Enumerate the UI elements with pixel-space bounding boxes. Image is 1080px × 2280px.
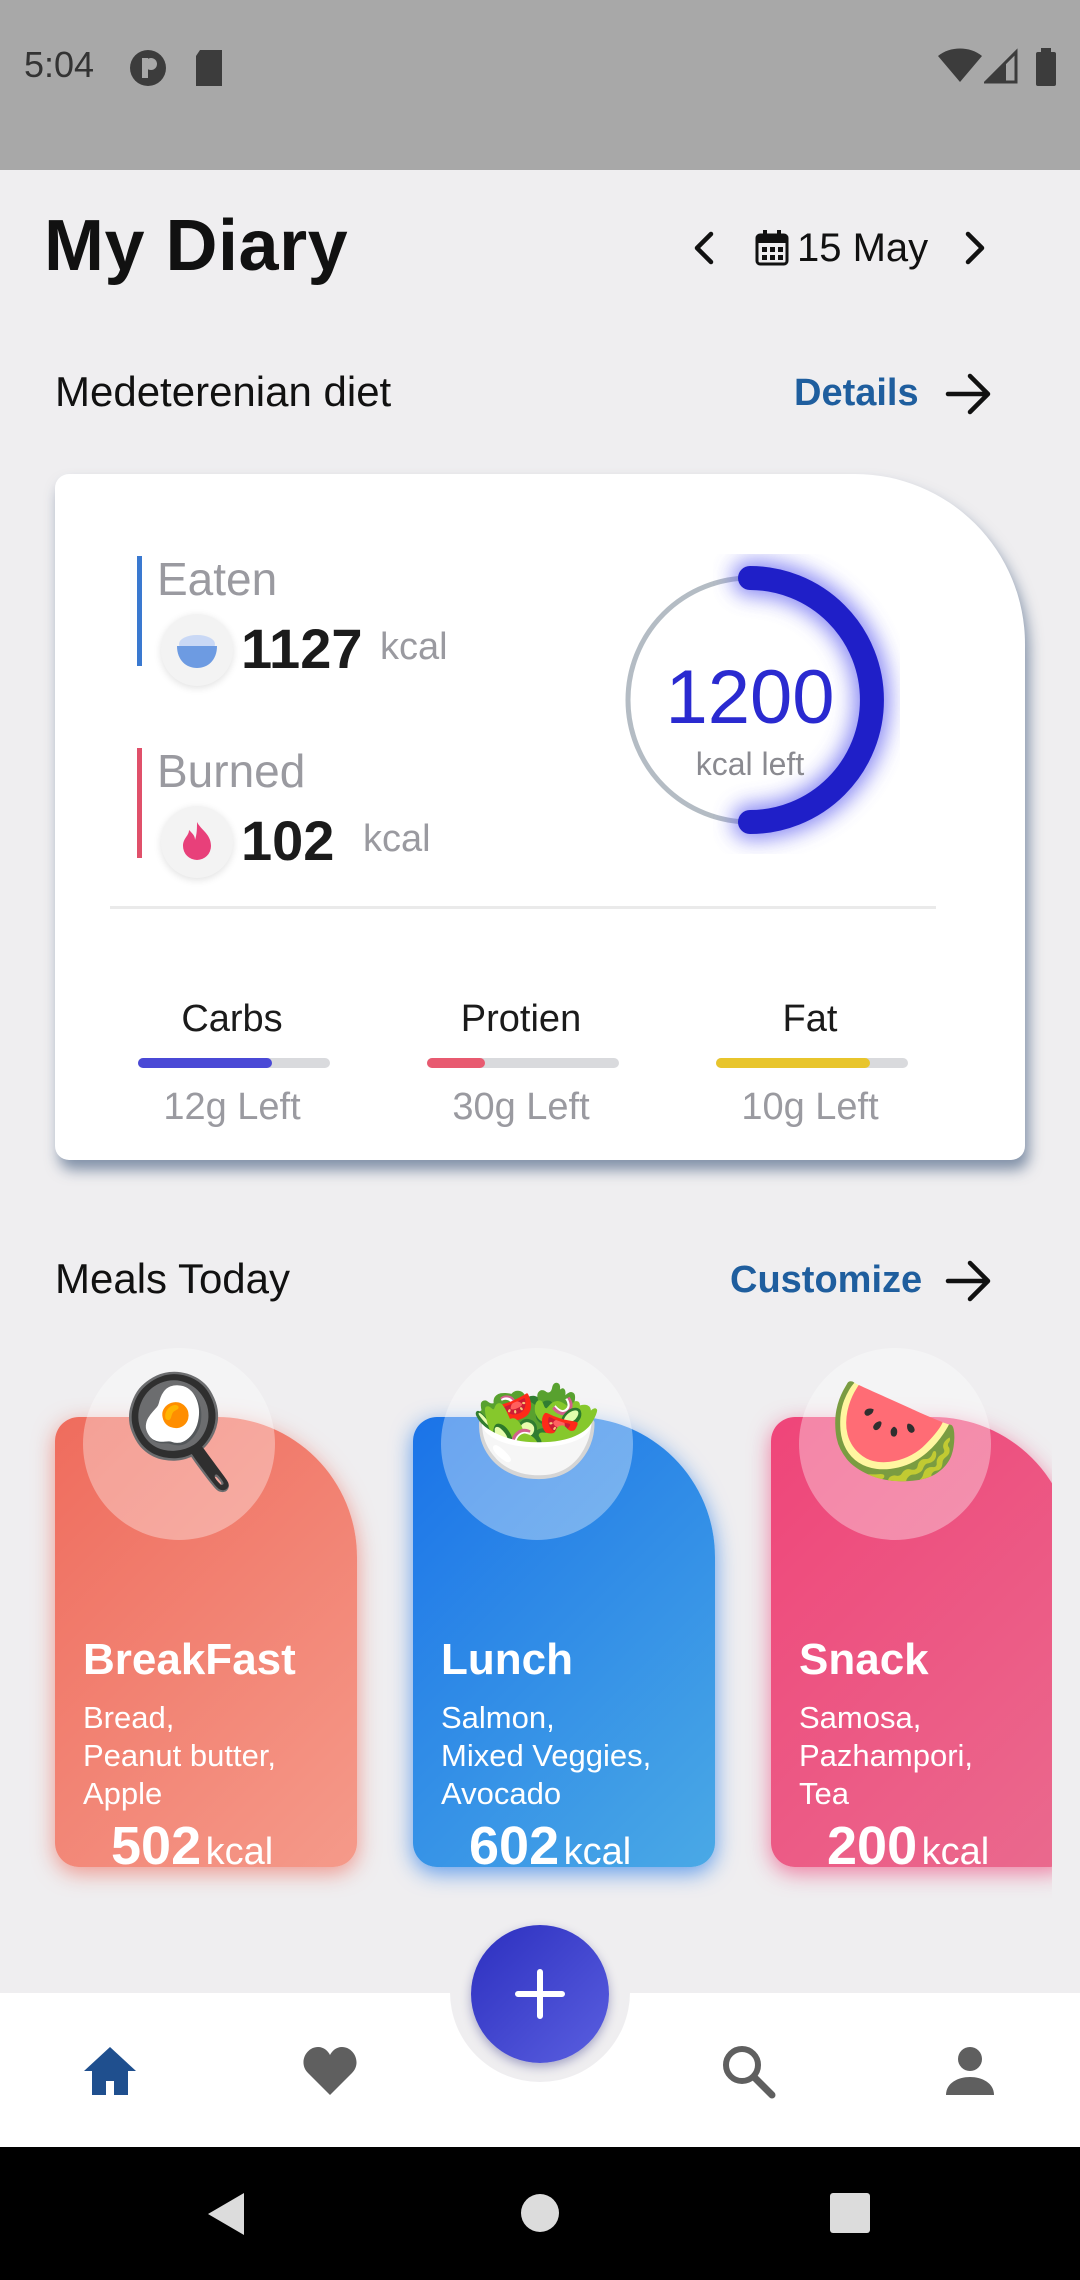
meal-kcal-value: 602 — [469, 1816, 560, 1876]
meal-item: Peanut butter, — [83, 1738, 277, 1773]
flame-icon — [161, 806, 233, 878]
meal-item: Samosa, — [799, 1700, 922, 1735]
fat-progress-track — [716, 1058, 908, 1068]
home-circle-icon[interactable] — [520, 2193, 560, 2233]
meal-title: BreakFast — [83, 1635, 296, 1684]
carbs-label: Carbs — [181, 998, 283, 1040]
meal-kcal-value: 200 — [827, 1816, 918, 1876]
home-icon[interactable] — [80, 2041, 140, 2101]
meal-items: Bread, Peanut butter, Apple — [83, 1699, 353, 1813]
burned-unit: kcal — [363, 818, 431, 860]
details-link[interactable]: Details — [794, 372, 919, 415]
eaten-label: Eaten — [157, 553, 278, 605]
meal-item: Apple — [83, 1776, 163, 1811]
search-icon[interactable] — [718, 2041, 778, 2101]
meal-item: Mixed Veggies, — [441, 1738, 652, 1773]
customize-link[interactable]: Customize — [730, 1259, 922, 1302]
ring-value: 1200 — [665, 655, 835, 740]
fat-label: Fat — [782, 998, 838, 1040]
sd-card-icon — [196, 50, 222, 86]
signal-icon — [984, 48, 1018, 84]
diet-section-title: Medeterenian diet — [55, 368, 392, 415]
meal-item: Bread, — [83, 1700, 175, 1735]
fat-left: 10g Left — [741, 1086, 879, 1128]
meal-item: Pazhampori, — [799, 1738, 974, 1773]
system-navigation-bar — [0, 2147, 1080, 2280]
meals-section-title: Meals Today — [55, 1255, 291, 1302]
fat-progress-fill — [716, 1058, 870, 1068]
recents-icon[interactable] — [830, 2193, 870, 2233]
meal-calories: 200 kcal — [827, 1815, 989, 1877]
burned-label: Burned — [157, 745, 306, 797]
add-meal-button[interactable] — [471, 1925, 609, 2063]
eaten-unit: kcal — [380, 626, 448, 668]
meal-items: Samosa, Pazhampori, Tea — [799, 1699, 1052, 1813]
meal-title: Lunch — [441, 1635, 573, 1684]
date-label[interactable]: 15 May — [797, 226, 928, 271]
eaten-indicator-bar — [137, 556, 142, 666]
calendar-icon[interactable] — [755, 230, 789, 266]
meal-item: Avocado — [441, 1776, 562, 1811]
wifi-icon — [938, 48, 982, 82]
ring-caption: kcal left — [695, 746, 805, 782]
meal-kcal-value: 502 — [111, 1816, 202, 1876]
rice-bowl-icon — [161, 614, 233, 686]
salad-bowl-icon: 🥗 — [469, 1370, 605, 1491]
status-bar: 5:04 — [0, 0, 1080, 170]
page-title: My Diary — [44, 206, 349, 286]
protein-label: Protien — [460, 998, 582, 1040]
protein-progress-track — [427, 1058, 619, 1068]
app-notification-icon — [130, 50, 166, 86]
meal-items: Salmon, Mixed Veggies, Avocado — [441, 1699, 711, 1813]
burned-value: 102 — [241, 809, 335, 872]
profile-icon[interactable] — [940, 2041, 1000, 2101]
plus-icon — [515, 1969, 565, 2019]
calorie-summary-card: Eaten 1127 kcal Burned 102 kcal 1200 kca… — [55, 474, 1025, 1160]
carbs-progress-fill — [138, 1058, 273, 1068]
date-navigator: 15 May — [685, 218, 994, 278]
arrow-right-icon[interactable] — [944, 1257, 994, 1305]
protein-left: 30g Left — [452, 1086, 590, 1128]
meal-kcal-unit: kcal — [563, 1831, 632, 1873]
meal-item: Tea — [799, 1776, 849, 1811]
carbs-progress-track — [138, 1058, 330, 1068]
meal-kcal-unit: kcal — [205, 1831, 274, 1873]
meals-carousel[interactable]: BreakFast Bread, Peanut butter, Apple 50… — [0, 1348, 1052, 1898]
meal-kcal-unit: kcal — [921, 1831, 990, 1873]
burned-indicator-bar — [137, 748, 142, 858]
heart-icon[interactable] — [300, 2041, 360, 2101]
chevron-right-icon[interactable] — [954, 228, 994, 268]
carbs-left: 12g Left — [163, 1086, 301, 1128]
meal-item: Salmon, — [441, 1700, 555, 1735]
egg-toast-icon: 🍳 — [111, 1370, 247, 1491]
arrow-right-icon[interactable] — [944, 370, 994, 418]
back-icon[interactable] — [206, 2191, 246, 2237]
status-time: 5:04 — [24, 44, 95, 85]
battery-icon — [1036, 48, 1056, 86]
eaten-value: 1127 — [241, 617, 363, 680]
protein-progress-fill — [427, 1058, 485, 1068]
chevron-left-icon[interactable] — [685, 228, 725, 268]
meal-calories: 602 kcal — [469, 1815, 631, 1877]
card-divider — [110, 906, 936, 909]
watermelon-icon: 🍉 — [827, 1370, 963, 1491]
meal-calories: 502 kcal — [111, 1815, 273, 1877]
meal-title: Snack — [799, 1635, 929, 1684]
